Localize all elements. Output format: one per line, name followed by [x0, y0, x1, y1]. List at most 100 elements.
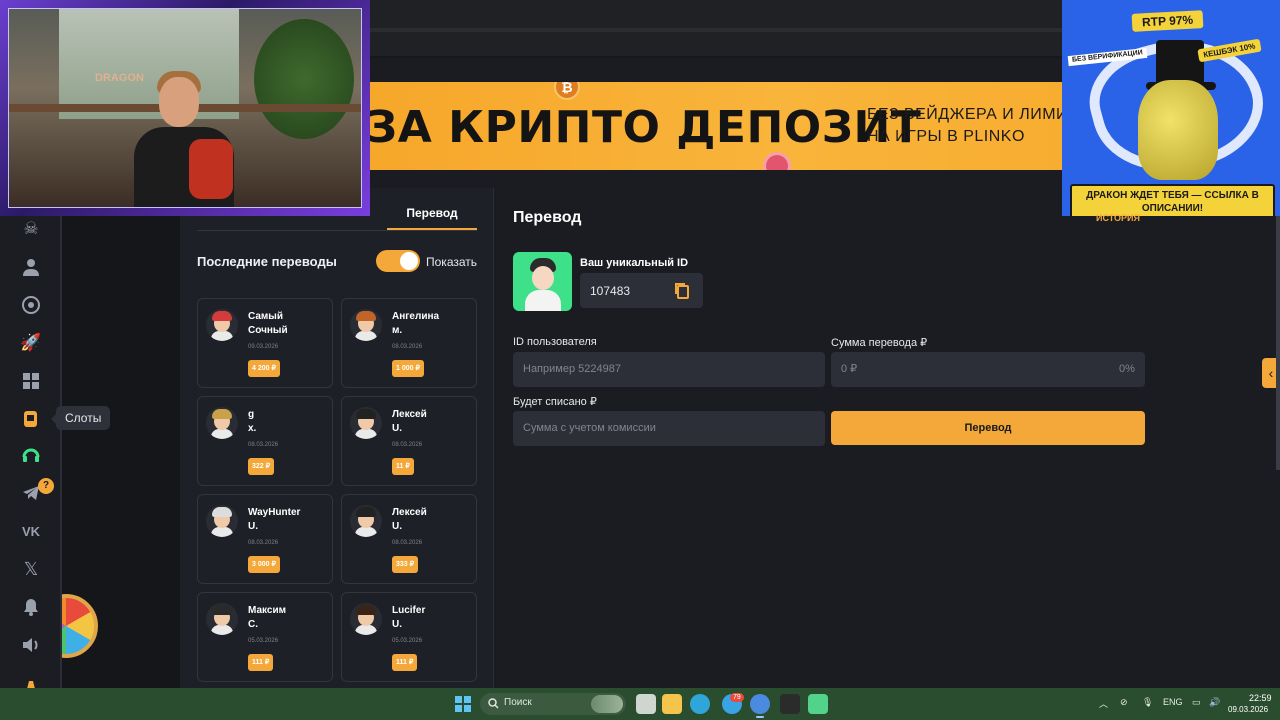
clock-date[interactable]: 09.03.2026: [1228, 705, 1268, 714]
card-name: Ангелина: [392, 311, 440, 322]
ad-cta: ДРАКОН ЖДЕТ ТЕБЯ — ССЫЛКА В ОПИСАНИИ!: [1070, 184, 1275, 216]
card-name-initial: С.: [248, 619, 258, 630]
transfer-card: WayHunter U. 08.03.2026 3 000 ₽: [197, 494, 333, 584]
language-indicator[interactable]: ENG: [1163, 697, 1183, 707]
card-name: WayHunter: [248, 507, 301, 518]
slots-icon[interactable]: [20, 408, 42, 430]
card-name-initial: U.: [248, 521, 258, 532]
user-icon[interactable]: [20, 256, 42, 278]
avatar: [350, 505, 382, 537]
card-date: 08.03.2026: [392, 344, 423, 350]
avatar: [350, 309, 382, 341]
card-name: Максим: [248, 605, 286, 616]
card-date: 09.03.2026: [248, 344, 279, 350]
card-name-initial: x.: [248, 423, 257, 434]
ad-rtp: RTP 97%: [1131, 10, 1204, 32]
transfer-card: Лексей U. 08.03.2026 333 ₽: [341, 494, 477, 584]
microphone-icon[interactable]: 🎙: [1142, 697, 1153, 708]
network-icon[interactable]: ⊘: [1120, 697, 1128, 708]
scrollbar[interactable]: [1276, 188, 1280, 470]
card-amount: 111 ₽: [392, 654, 418, 671]
banner-headline: ЗА КРИПТО ДЕПОЗИТ: [366, 102, 922, 153]
target-icon[interactable]: [20, 294, 42, 316]
recent-transfers-title: Последние переводы: [197, 254, 337, 269]
bitcoin-coin-icon: ₿: [554, 82, 580, 100]
banner-decoration: [766, 155, 788, 170]
transfer-card: Максим С. 05.03.2026 111 ₽: [197, 592, 333, 682]
avatar: [206, 309, 238, 341]
left-sidebar: ☠ 🚀 VK 𝕏: [0, 170, 62, 689]
unique-id-value: 107483: [590, 284, 631, 298]
show-toggle[interactable]: [376, 250, 420, 272]
card-name-initial: U.: [392, 619, 402, 630]
app-game-icon[interactable]: [808, 694, 828, 714]
transfer-button[interactable]: Перевод: [831, 411, 1145, 445]
telegram-badge: ?: [38, 478, 54, 494]
banner-subline-1: БЕЗ ВЕЙДЖЕРА И ЛИМИТ: [867, 106, 1064, 123]
card-date: 08.03.2026: [248, 540, 279, 546]
card-name-initial: Сочный: [248, 325, 288, 336]
skull-icon[interactable]: ☠: [20, 218, 42, 240]
sound-icon[interactable]: [20, 634, 42, 656]
toggle-knob: [400, 252, 418, 270]
unique-id-label: Ваш уникальный ID: [580, 257, 689, 269]
avatar: [206, 407, 238, 439]
windows-start-icon[interactable]: [455, 696, 471, 712]
card-name-initial: м.: [392, 325, 403, 336]
card-amount: 333 ₽: [392, 556, 419, 573]
edge-icon[interactable]: [690, 694, 710, 714]
casino-ad[interactable]: RTP 97% КЕШБЭК 10% БЕЗ ВЕРИФИКАЦИИ ДРАКО…: [1062, 0, 1280, 216]
tray-chevron-icon[interactable]: ︿: [1099, 697, 1108, 710]
card-amount: 11 ₽: [392, 458, 414, 475]
avatar: [206, 505, 238, 537]
card-name: Lucifer: [392, 605, 426, 616]
amount-input[interactable]: 0 ₽: [831, 352, 1145, 387]
user-id-label: ID пользователя: [513, 336, 597, 348]
tabs-divider: [197, 230, 477, 231]
card-date: 08.03.2026: [392, 442, 423, 448]
promo-banner[interactable]: ₿ ЗА КРИПТО ДЕПОЗИТ БЕЗ ВЕЙДЖЕРА И ЛИМИТ…: [362, 82, 1064, 170]
file-explorer-icon[interactable]: [662, 694, 682, 714]
dragon-mascot: [1138, 80, 1218, 180]
rocket-icon[interactable]: 🚀: [20, 332, 42, 354]
card-name-initial: U.: [392, 423, 402, 434]
avatar: [350, 603, 382, 635]
display-icon[interactable]: ▭: [1192, 697, 1201, 708]
bell-icon[interactable]: [20, 596, 42, 618]
transfer-card: Лексей U. 08.03.2026 11 ₽: [341, 396, 477, 486]
vk-icon[interactable]: VK: [20, 520, 42, 542]
support-icon[interactable]: [20, 444, 42, 466]
user-id-input[interactable]: Например 5224987: [513, 352, 825, 387]
card-amount: 111 ₽: [248, 654, 274, 671]
show-toggle-label: Показать: [426, 255, 478, 269]
card-name: Лексей: [392, 507, 427, 518]
card-date: 08.03.2026: [248, 442, 279, 448]
chrome-icon[interactable]: [750, 694, 770, 718]
search-icon: [488, 698, 499, 709]
browser-tab-strip: [370, 28, 1062, 32]
card-name: Самый: [248, 311, 283, 322]
volume-icon[interactable]: 🔊: [1209, 697, 1220, 708]
dice-icon[interactable]: [20, 370, 42, 392]
card-date: 08.03.2026: [392, 540, 423, 546]
clock-time[interactable]: 22:59: [1249, 693, 1272, 703]
card-date: 05.03.2026: [248, 638, 279, 644]
avatar: [513, 252, 572, 311]
tab-transfer[interactable]: Перевод: [387, 198, 477, 230]
transfer-card: g x. 08.03.2026 322 ₽: [197, 396, 333, 486]
copy-icon[interactable]: [674, 282, 690, 299]
card-name: Лексей: [392, 409, 427, 420]
app-x-icon[interactable]: [780, 694, 800, 714]
webcam-overlay: DRAGON: [0, 0, 370, 216]
card-amount: 1 000 ₽: [392, 360, 424, 377]
taskbar-search[interactable]: Поиск: [480, 693, 626, 715]
task-view-icon[interactable]: [636, 694, 656, 714]
x-icon[interactable]: 𝕏: [20, 558, 42, 580]
browser-divider: [370, 56, 1062, 58]
history-link[interactable]: ИСТОРИЯ: [1096, 213, 1140, 223]
card-amount: 322 ₽: [248, 458, 275, 475]
fortune-wheel-icon[interactable]: [62, 594, 100, 660]
commission-percent: 0%: [1119, 363, 1135, 375]
card-date: 05.03.2026: [392, 638, 423, 644]
transfer-card: Lucifer U. 05.03.2026 111 ₽: [341, 592, 477, 682]
